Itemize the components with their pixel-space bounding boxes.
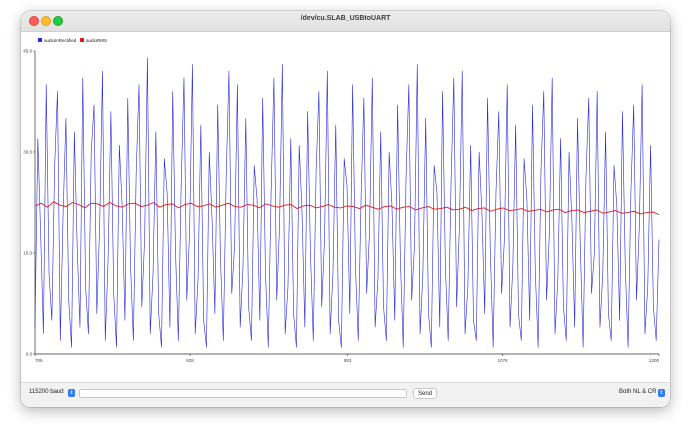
y-tick-label: 45.0 [23, 49, 32, 54]
legend-label-audioInRectified: audioInRectified [44, 38, 77, 43]
baud-rate-select-label[interactable]: 115200 baud [29, 389, 64, 395]
serial-plot-chart: audioInRectified audioRMS 0.0 15.0 30.0 45.0 7… [23, 38, 660, 363]
baud-rate-stepper-icon[interactable]: ⇕ [68, 389, 75, 397]
legend-label-audioRMS: audioRMS [86, 38, 107, 43]
legend-swatch-audioInRectified [38, 38, 42, 42]
y-tick-label: 0.0 [26, 352, 33, 357]
x-tick-label: 953 [344, 358, 352, 363]
x-tick-label: 828 [186, 358, 194, 363]
bottom-toolbar: 115200 baud ⇕ Send Both NL & CR ⇕ [21, 382, 670, 407]
line-ending-select-label[interactable]: Both NL & CR [619, 389, 656, 395]
serial-plotter-window: /dev/cu.SLAB_USBtoUART audioInRectified a… [21, 11, 670, 407]
title-bar[interactable]: /dev/cu.SLAB_USBtoUART [21, 11, 670, 32]
x-tick-label: 1076 [498, 358, 509, 363]
window-title: /dev/cu.SLAB_USBtoUART [300, 15, 391, 22]
series-line-audioInRectified [34, 57, 660, 348]
send-message-input[interactable] [79, 389, 407, 398]
plot-area: audioInRectified audioRMS 0.0 15.0 30.0 45.0 7… [21, 32, 670, 381]
y-tick-label: 15.0 [23, 251, 32, 256]
x-tick-label: 705 [35, 358, 43, 363]
send-button[interactable]: Send [413, 388, 437, 399]
line-ending-stepper-icon[interactable]: ⇕ [658, 389, 665, 397]
legend-swatch-audioRMS [80, 38, 84, 42]
series-line-audioRMS [34, 201, 660, 216]
x-tick-label: 1200 [649, 358, 660, 363]
y-tick-label: 30.0 [23, 150, 32, 155]
